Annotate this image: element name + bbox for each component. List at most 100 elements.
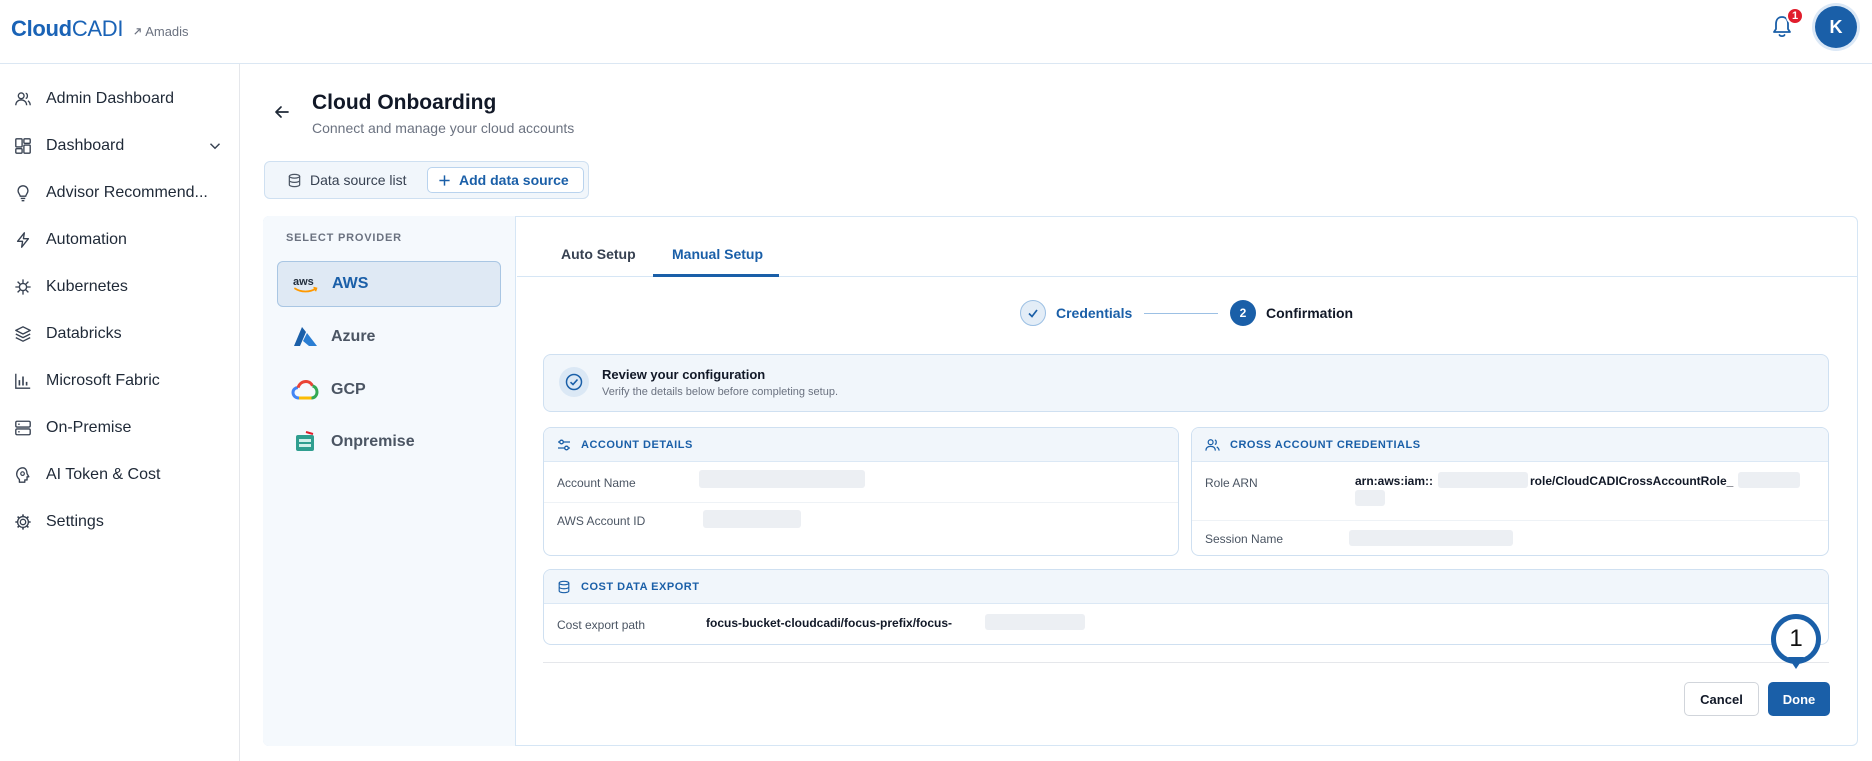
chevron-down-icon[interactable] xyxy=(206,137,224,155)
cancel-button[interactable]: Cancel xyxy=(1684,682,1759,716)
sidebar-item-settings[interactable]: Settings xyxy=(14,507,224,537)
provider-label: GCP xyxy=(331,381,366,398)
dashboard-grid-icon xyxy=(15,138,31,154)
brand[interactable]: CloudCADI Amadis xyxy=(11,16,189,42)
check-icon xyxy=(1028,309,1038,318)
row-divider xyxy=(1192,520,1828,521)
avatar[interactable]: K xyxy=(1815,6,1857,48)
gcp-logo-icon xyxy=(291,379,319,400)
sidebar-item-automation[interactable]: Automation xyxy=(14,225,224,255)
server-icon xyxy=(15,420,31,436)
bolt-icon xyxy=(16,232,30,248)
sidebar-item-dashboard[interactable]: Dashboard xyxy=(14,131,224,161)
sidebar-item-admin-dashboard[interactable]: Admin Dashboard xyxy=(14,84,224,114)
step-confirmation-label: Confirmation xyxy=(1266,305,1354,321)
sidebar-item-kubernetes[interactable]: Kubernetes xyxy=(14,272,224,302)
account-details-header: ACCOUNT DETAILS xyxy=(544,428,1178,462)
provider-onpremise[interactable]: Onpremise xyxy=(277,419,501,465)
done-button[interactable]: Done xyxy=(1768,682,1830,716)
helm-icon xyxy=(15,279,31,295)
notification-badge: 1 xyxy=(1786,7,1804,25)
provider-label: Azure xyxy=(331,328,376,345)
cross-account-header: CROSS ACCOUNT CREDENTIALS xyxy=(1192,428,1828,462)
tab-auto-setup[interactable]: Auto Setup xyxy=(561,246,636,262)
role-arn-label: Role ARN xyxy=(1205,476,1258,490)
sidebar-item-advisor[interactable]: Advisor Recommend... xyxy=(14,178,224,208)
onpremise-server-icon xyxy=(296,431,314,451)
account-name-label: Account Name xyxy=(557,476,636,490)
cost-export-path-label: Cost export path xyxy=(557,618,646,632)
notifications-button[interactable]: 1 xyxy=(1770,7,1804,44)
gear-icon xyxy=(15,514,31,530)
sidebar-item-label: Dashboard xyxy=(46,137,125,154)
sliders-icon xyxy=(558,439,570,450)
redacted-cost-export-suffix xyxy=(985,614,1085,630)
cost-export-path-value: focus-bucket-cloudcadi/focus-prefix/focu… xyxy=(706,616,953,630)
top-bar: CloudCADI Amadis 1 K xyxy=(0,0,1872,64)
sidebar-item-label: Automation xyxy=(46,231,127,248)
cost-export-header: COST DATA EXPORT xyxy=(544,570,1828,604)
data-source-list-button[interactable]: Data source list xyxy=(277,167,416,193)
database-icon xyxy=(558,580,570,593)
check-circle-icon xyxy=(559,367,589,397)
page-subtitle: Connect and manage your cloud accounts xyxy=(312,120,575,136)
sidebar-item-label: AI Token & Cost xyxy=(46,466,161,483)
provider-label: AWS xyxy=(332,275,369,292)
role-arn-suffix: role/CloudCADICrossAccountRole_ xyxy=(1530,474,1734,488)
provider-aws[interactable]: aws AWS xyxy=(277,261,501,307)
add-data-source-button[interactable]: Add data source xyxy=(427,167,584,193)
ai-token-icon xyxy=(16,467,30,483)
sidebar-item-on-premise[interactable]: On-Premise xyxy=(14,413,224,443)
review-title: Review your configuration xyxy=(602,367,766,382)
database-icon xyxy=(288,173,301,187)
sidebar-item-microsoft-fabric[interactable]: Microsoft Fabric xyxy=(14,366,224,396)
lightbulb-icon xyxy=(17,185,29,202)
sidebar-item-databricks[interactable]: Databricks xyxy=(14,319,224,349)
sidebar-item-label: Kubernetes xyxy=(46,278,128,295)
step-credentials-label[interactable]: Credentials xyxy=(1056,305,1132,321)
azure-logo-icon xyxy=(294,327,317,346)
brand-logo: CloudCADI xyxy=(11,16,124,41)
session-name-label: Session Name xyxy=(1205,532,1284,546)
back-button[interactable] xyxy=(272,102,292,122)
add-data-source-label: Add data source xyxy=(459,172,569,188)
review-banner xyxy=(543,354,1829,412)
sidebar-item-label: Settings xyxy=(46,513,104,530)
data-source-list-label: Data source list xyxy=(310,172,407,188)
aws-account-id-label: AWS Account ID xyxy=(557,514,646,528)
redacted-role-suffix-wrap xyxy=(1355,490,1385,506)
workspace-link[interactable]: Amadis xyxy=(133,24,189,39)
sidebar-item-label: Databricks xyxy=(46,325,122,342)
active-tab-indicator xyxy=(653,274,779,277)
data-source-switcher: Data source list Add data source xyxy=(264,161,589,199)
step-confirmation-number: 2 xyxy=(1230,300,1256,326)
sidebar-item-label: Advisor Recommend... xyxy=(46,184,208,201)
redacted-session-name xyxy=(1349,530,1513,546)
provider-label: Onpremise xyxy=(331,433,415,450)
provider-gcp[interactable]: GCP xyxy=(277,367,501,413)
review-subtitle: Verify the details below before completi… xyxy=(602,386,839,398)
account-details-panel: ACCOUNT DETAILS Account Name AWS Account… xyxy=(543,427,1179,556)
redacted-role-suffix xyxy=(1738,472,1800,488)
tab-manual-setup[interactable]: Manual Setup xyxy=(672,246,763,262)
step-credentials-check[interactable] xyxy=(1020,300,1046,326)
role-arn-prefix: arn:aws:iam:: xyxy=(1355,474,1434,488)
cross-account-panel: CROSS ACCOUNT CREDENTIALS Role ARN arn:a… xyxy=(1191,427,1829,556)
arrow-left-icon xyxy=(275,106,289,118)
external-arrow-icon xyxy=(134,28,141,35)
sidebar-item-label: Microsoft Fabric xyxy=(46,372,160,389)
cost-export-heading: COST DATA EXPORT xyxy=(581,580,700,593)
step-marker-pointer xyxy=(1788,657,1804,669)
provider-azure[interactable]: Azure xyxy=(277,314,501,360)
redacted-account-number xyxy=(1438,472,1528,488)
account-details-heading: ACCOUNT DETAILS xyxy=(581,438,693,451)
actions-divider xyxy=(543,662,1829,663)
bar-chart-icon xyxy=(15,373,31,389)
cross-account-heading: CROSS ACCOUNT CREDENTIALS xyxy=(1230,438,1421,451)
page-title: Cloud Onboarding xyxy=(312,91,497,114)
svg-text:aws: aws xyxy=(293,276,314,288)
users-icon xyxy=(15,92,31,106)
sidebar-item-ai-token-cost[interactable]: AI Token & Cost xyxy=(14,460,224,490)
redacted-aws-account-id xyxy=(703,510,801,528)
sidebar-item-label: Admin Dashboard xyxy=(46,90,175,107)
